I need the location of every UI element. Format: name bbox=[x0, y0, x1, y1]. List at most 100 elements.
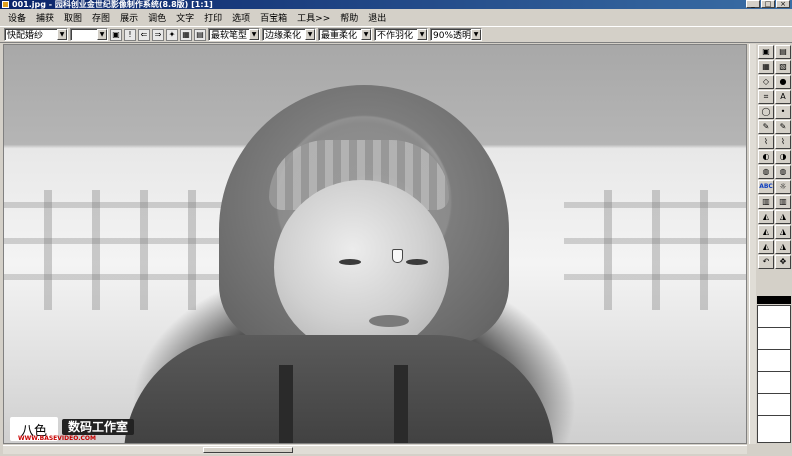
menu-tools[interactable]: 工具>> bbox=[292, 11, 335, 24]
menu-help[interactable]: 帮助 bbox=[335, 11, 363, 24]
menu-display[interactable]: 展示 bbox=[115, 11, 143, 24]
chevron-down-icon[interactable]: ▼ bbox=[417, 29, 427, 40]
triangle-icon[interactable]: ◭ bbox=[758, 240, 774, 254]
rgb-icon[interactable]: ABC bbox=[758, 180, 774, 194]
dodge-icon[interactable]: ◑ bbox=[775, 150, 791, 164]
eraser-icon[interactable]: ⌇ bbox=[758, 135, 774, 149]
opacity-select[interactable]: 90%透明 ▼ bbox=[430, 28, 482, 41]
layers-icon[interactable]: ▦ bbox=[758, 60, 774, 74]
layer-slot[interactable] bbox=[758, 350, 790, 372]
photo-coat bbox=[124, 335, 554, 443]
circle-icon[interactable]: ● bbox=[775, 75, 791, 89]
chevron-down-icon[interactable]: ▼ bbox=[97, 29, 107, 40]
triangle-icon[interactable]: ◭ bbox=[758, 225, 774, 239]
heavy-soften-value: 最重柔化 bbox=[321, 31, 358, 41]
layer-slot[interactable] bbox=[758, 328, 790, 350]
photo-fence-left bbox=[4, 190, 224, 310]
preset-value: 快配婚纱 bbox=[7, 31, 44, 41]
grid-small-icon[interactable]: ▦ bbox=[180, 28, 192, 41]
hand-cursor-icon bbox=[392, 249, 403, 263]
image-icon[interactable]: ▣ bbox=[110, 28, 122, 41]
menu-open[interactable]: 取图 bbox=[59, 11, 87, 24]
photo-coat-stripe bbox=[279, 365, 293, 443]
brush-shape-value: 最软笔型 bbox=[211, 31, 248, 41]
contrast-icon[interactable]: ◐ bbox=[758, 150, 774, 164]
window-title: 001.jpg - 园科创业金世纪影像制作系统(8.8版) [1:1] bbox=[12, 0, 213, 9]
menu-save[interactable]: 存图 bbox=[87, 11, 115, 24]
grid-large-icon[interactable]: ▤ bbox=[194, 28, 206, 41]
zoom-icon[interactable]: ◍ bbox=[758, 165, 774, 179]
opacity-value: 90%透明 bbox=[433, 31, 471, 41]
smudge-icon[interactable]: ⌇ bbox=[775, 135, 791, 149]
feather-select[interactable]: 不作羽化 ▼ bbox=[374, 28, 428, 41]
undo-icon[interactable]: ↶ bbox=[758, 255, 774, 269]
brush-shape-select[interactable]: 最软笔型 ▼ bbox=[208, 28, 260, 41]
mountain-icon[interactable]: ◮ bbox=[775, 225, 791, 239]
chevron-down-icon[interactable]: ▼ bbox=[305, 29, 315, 40]
menu-print[interactable]: 打印 bbox=[199, 11, 227, 24]
layer-slot[interactable] bbox=[758, 372, 790, 394]
print-icon[interactable]: ▤ bbox=[775, 45, 791, 59]
triangle-icon[interactable]: ◭ bbox=[758, 210, 774, 224]
maximize-button[interactable]: □ bbox=[761, 0, 775, 8]
close-button[interactable]: × bbox=[776, 0, 790, 8]
crop-icon[interactable]: ⌗ bbox=[758, 90, 774, 104]
photo-eye-right bbox=[406, 259, 428, 265]
menu-text[interactable]: 文字 bbox=[171, 11, 199, 24]
toolbar: 快配婚纱 ▼ ▼ ▣ ! ⇐ ⇒ ✦ ▦ ▤ 最软笔型 ▼ 边缘柔化 ▼ 最重柔… bbox=[0, 26, 792, 43]
minimize-button[interactable]: _ bbox=[746, 0, 760, 8]
edge-soften-select[interactable]: 边缘柔化 ▼ bbox=[262, 28, 316, 41]
chevron-down-icon[interactable]: ▼ bbox=[471, 29, 481, 40]
watermark-badge: 数码工作室 bbox=[62, 419, 135, 435]
blank-select[interactable]: ▼ bbox=[70, 28, 108, 41]
arrow-right-icon[interactable]: ⇒ bbox=[152, 28, 164, 41]
photo-eye-left bbox=[339, 259, 361, 265]
heavy-soften-select[interactable]: 最重柔化 ▼ bbox=[318, 28, 372, 41]
layer-slot[interactable] bbox=[758, 306, 790, 328]
save-icon[interactable]: ▣ bbox=[758, 45, 774, 59]
menu-device[interactable]: 设备 bbox=[3, 11, 31, 24]
image-canvas[interactable]: 八色 数码工作室 WWW.BASEVIDEO.COM bbox=[3, 44, 747, 444]
scroll-thumb[interactable] bbox=[203, 447, 293, 453]
move-icon[interactable]: ✥ bbox=[775, 255, 791, 269]
film-icon[interactable]: ▥ bbox=[758, 195, 774, 209]
menu-exit[interactable]: 退出 bbox=[363, 11, 391, 24]
menu-options[interactable]: 选项 bbox=[227, 11, 255, 24]
drop-icon[interactable]: ◯ bbox=[758, 105, 774, 119]
burn-icon[interactable]: ◍ bbox=[775, 165, 791, 179]
text-icon[interactable]: A bbox=[775, 90, 791, 104]
horizontal-scrollbar[interactable] bbox=[3, 445, 747, 454]
edge-soften-value: 边缘柔化 bbox=[265, 31, 302, 41]
magic-wand-icon[interactable]: ✦ bbox=[166, 28, 178, 41]
mountain-icon[interactable]: ◮ bbox=[775, 240, 791, 254]
shape-icon[interactable]: ◇ bbox=[758, 75, 774, 89]
info-icon[interactable]: ! bbox=[124, 28, 136, 41]
layer-panel[interactable] bbox=[757, 305, 791, 443]
preset-select[interactable]: 快配婚纱 ▼ bbox=[4, 28, 68, 41]
menu-color[interactable]: 调色 bbox=[143, 11, 171, 24]
brush-icon[interactable]: ✎ bbox=[758, 120, 774, 134]
chevron-down-icon[interactable]: ▼ bbox=[249, 29, 259, 40]
chevron-down-icon[interactable]: ▼ bbox=[361, 29, 371, 40]
app-icon bbox=[2, 1, 9, 8]
vertical-scrollbar[interactable] bbox=[749, 44, 756, 444]
color-bar[interactable] bbox=[757, 296, 791, 304]
menu-bar: 设备 捕获 取图 存图 展示 调色 文字 打印 选项 百宝箱 工具>> 帮助 退… bbox=[0, 10, 792, 24]
pen-icon[interactable]: ✎ bbox=[775, 120, 791, 134]
layer-slot[interactable] bbox=[758, 394, 790, 416]
dot-icon[interactable]: • bbox=[775, 105, 791, 119]
tool-panel: ▣ ▤ ▦ ▧ ◇ ● ⌗ A ◯ • ✎ ✎ ⌇ ⌇ ◐ ◑ ◍ ◍ ABC ☼ ▥ ▥ ◭ ◮ ◭ ◮ ◭ ◮ ↶ ✥ bbox=[757, 44, 791, 296]
menu-capture[interactable]: 捕获 bbox=[31, 11, 59, 24]
lasso-icon[interactable]: ▧ bbox=[775, 60, 791, 74]
frame-icon[interactable]: ▥ bbox=[775, 195, 791, 209]
menu-toolbox[interactable]: 百宝箱 bbox=[255, 11, 292, 24]
watermark-url: WWW.BASEVIDEO.COM bbox=[18, 435, 96, 442]
arrow-left-icon[interactable]: ⇐ bbox=[138, 28, 150, 41]
photo-fence-right bbox=[564, 190, 746, 310]
photo-face bbox=[274, 180, 449, 355]
sun-icon[interactable]: ☼ bbox=[775, 180, 791, 194]
layer-slot[interactable] bbox=[758, 416, 790, 438]
photo-mouth bbox=[369, 315, 409, 327]
chevron-down-icon[interactable]: ▼ bbox=[57, 29, 67, 40]
mountain-icon[interactable]: ◮ bbox=[775, 210, 791, 224]
